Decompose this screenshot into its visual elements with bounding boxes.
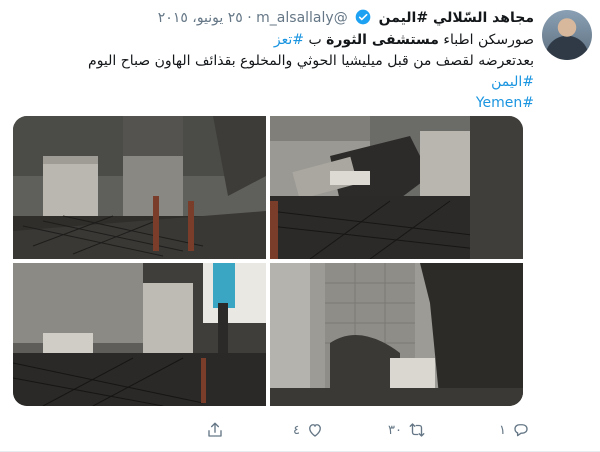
media-grid	[13, 116, 523, 406]
text-fragment: ب	[304, 32, 327, 48]
tweet-text: صورسكن اطباء مستشفى الثورة ب #تعز بعدتعر…	[64, 30, 534, 114]
tweet-actions: ١ ٣٠ ٤	[200, 416, 530, 444]
like-icon	[309, 424, 321, 437]
photo-burned-room-4[interactable]	[270, 263, 523, 406]
retweet-icon	[409, 423, 425, 437]
text-line-1: صورسكن اطباء مستشفى الثورة ب #تعز	[64, 30, 534, 51]
photo-burned-room-1[interactable]	[13, 116, 266, 259]
like-button[interactable]: ٤	[293, 416, 324, 444]
share-button[interactable]	[206, 416, 224, 444]
handle[interactable]: @m_alsallaly	[256, 10, 348, 26]
hashtag-taiz[interactable]: #تعز	[274, 32, 304, 48]
photo-burned-room-2[interactable]	[270, 116, 523, 259]
photo-burned-room-3[interactable]	[13, 263, 266, 406]
display-name[interactable]: مجاهد السّلالي #اليمن	[379, 10, 534, 26]
reply-icon	[514, 424, 528, 437]
verified-badge-icon	[355, 9, 371, 25]
separator-dot: ·	[247, 10, 252, 26]
avatar[interactable]	[542, 10, 592, 60]
tweet[interactable]: مجاهد السّلالي #اليمن @m_alsallaly · ٢٥ …	[0, 0, 600, 452]
reply-button[interactable]: ١	[499, 416, 530, 444]
tweet-header: مجاهد السّلالي #اليمن @m_alsallaly · ٢٥ …	[158, 8, 534, 28]
retweet-count: ٣٠	[388, 422, 402, 438]
text-line-2: بعدتعرضه لقصف من قبل ميليشيا الحوثي والم…	[88, 53, 534, 69]
retweet-button[interactable]: ٣٠	[388, 416, 426, 444]
text-line-3: #اليمن	[64, 72, 534, 93]
reply-count: ١	[499, 422, 506, 438]
text-line-4: #Yemen	[64, 93, 534, 114]
text-fragment: صورسكن اطباء	[438, 32, 534, 48]
hospital-name: مستشفى الثورة	[326, 32, 439, 48]
hashtag-yemen-en[interactable]: #Yemen	[476, 95, 534, 111]
tweet-date[interactable]: ٢٥ يونيو، ٢٠١٥	[158, 10, 243, 26]
hashtag-yemen-ar[interactable]: #اليمن	[491, 74, 534, 90]
like-count: ٤	[293, 422, 300, 438]
share-icon	[208, 422, 222, 437]
